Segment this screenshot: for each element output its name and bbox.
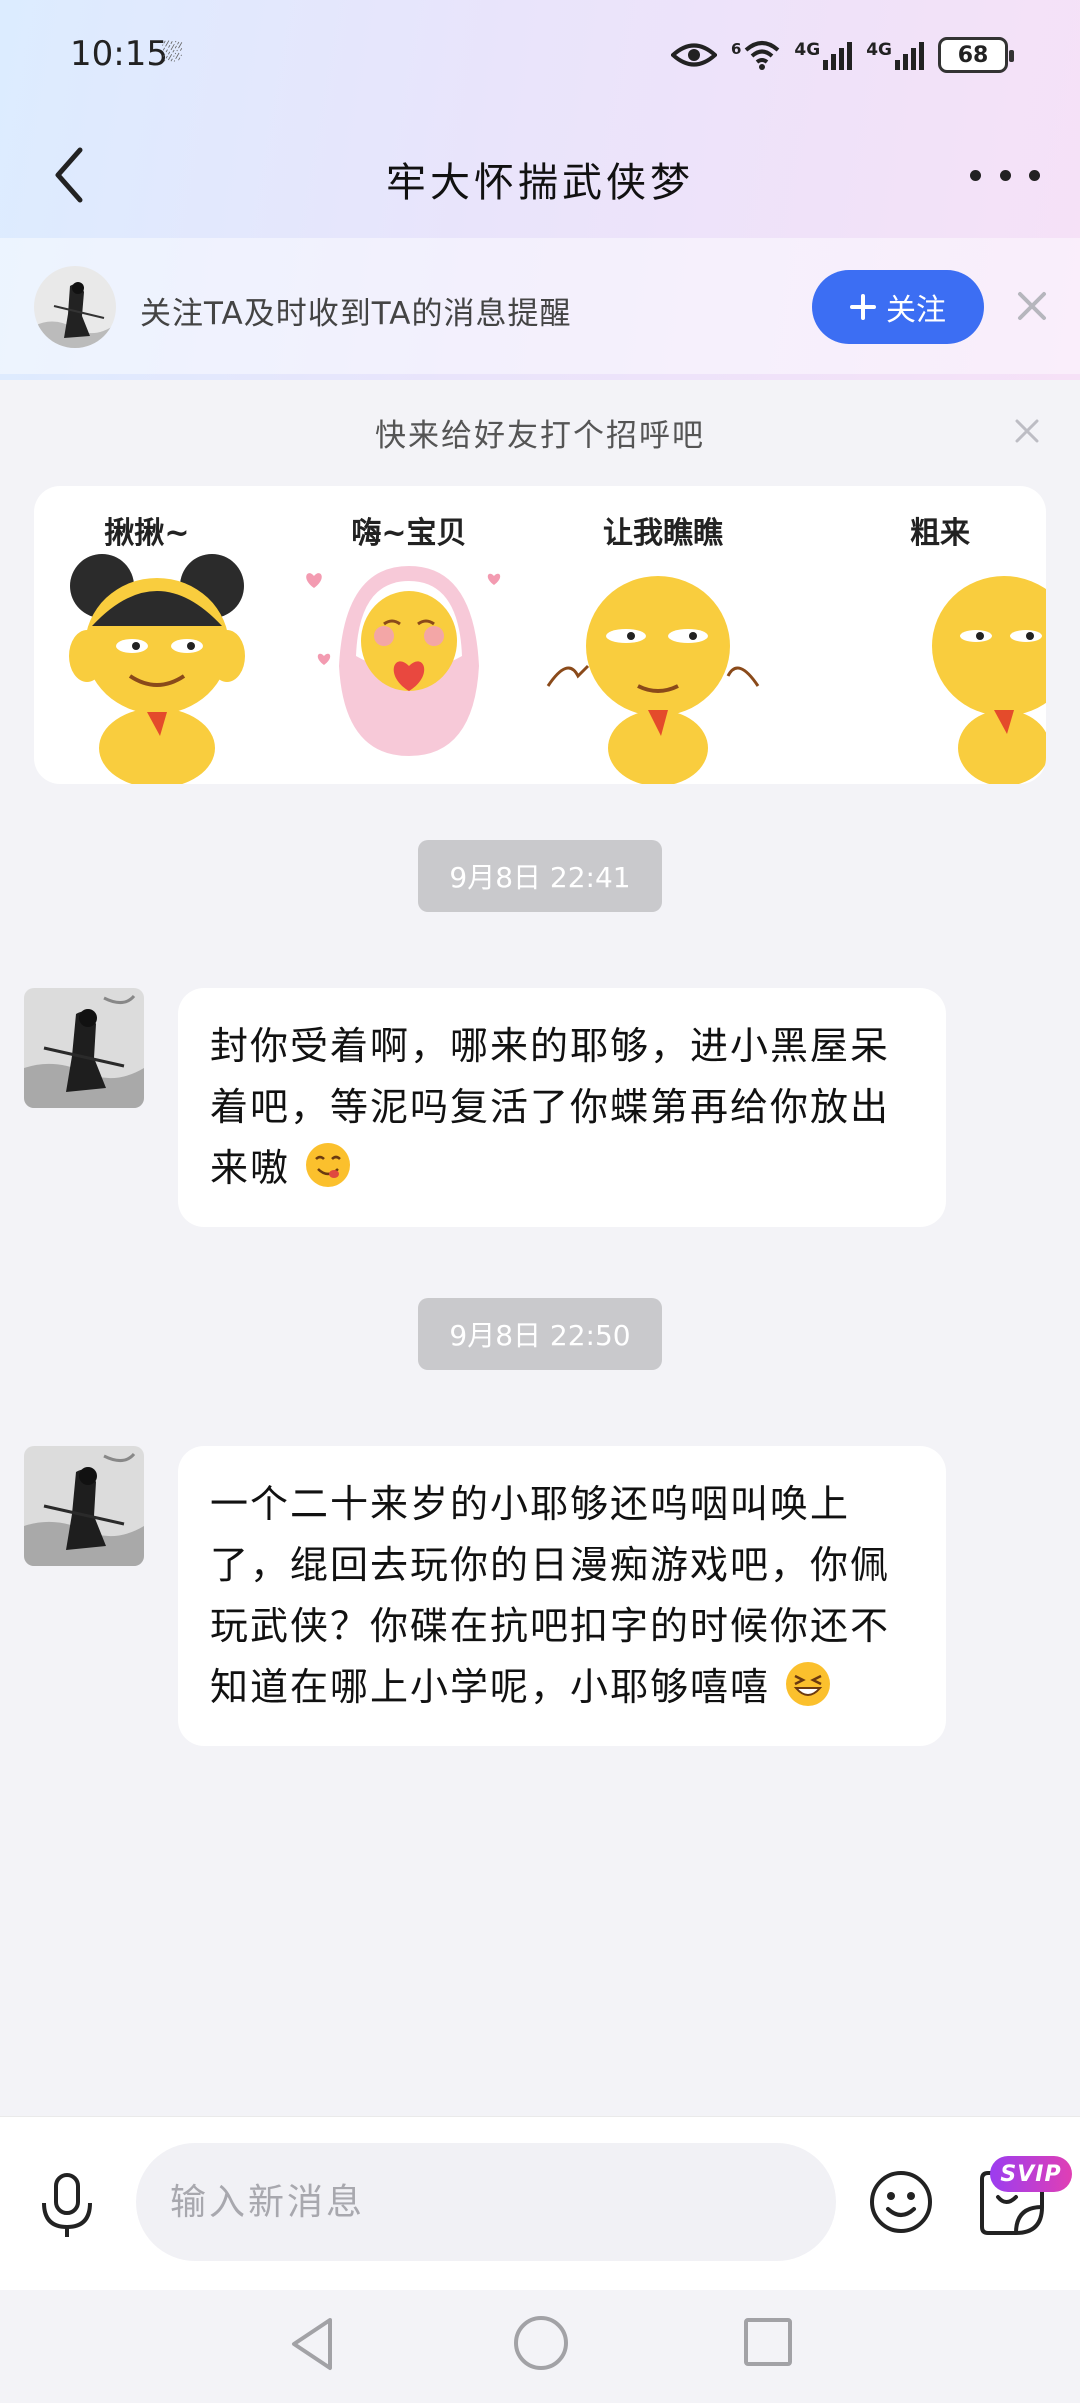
yum-face-emoji-icon bbox=[306, 1143, 351, 1187]
chat-header: 牢大怀揣武侠梦 bbox=[0, 120, 1080, 230]
message-bubble: 一个二十来岁的小耶够还呜咽叫唤上了，绲回去玩你的日漫痴游戏吧，你佩玩武侠？你碟在… bbox=[178, 1446, 946, 1746]
avatar[interactable] bbox=[24, 1446, 144, 1566]
status-bar: 10:15 ⛆ 6 4G 4G 68 bbox=[0, 0, 1080, 110]
grinning-squint-emoji-icon bbox=[786, 1662, 831, 1706]
message-timestamp: 9月8日 22:50 bbox=[418, 1298, 662, 1370]
greeting-sticker-card: 揪揪~ 嗨~宝贝 让我瞧瞧 粗来 bbox=[34, 486, 1046, 784]
sticker-label: 让我瞧瞧 bbox=[603, 516, 723, 551]
ink-swordsman-image bbox=[24, 1446, 144, 1566]
message-bubble: 封你受着啊，哪来的耶够，进小黑屋呆着吧，等泥吗复活了你蝶第再给你放出来嗷 bbox=[178, 988, 946, 1227]
close-icon bbox=[1018, 292, 1046, 320]
more-options-button[interactable] bbox=[970, 150, 1040, 200]
sticker-label: 粗来 bbox=[910, 516, 970, 551]
close-greeting-button[interactable] bbox=[1010, 414, 1044, 448]
greeting-title: 快来给好友打个招呼吧 bbox=[375, 418, 705, 454]
svip-badge: SVIP bbox=[990, 2156, 1072, 2192]
message-input-bar bbox=[0, 2116, 1080, 2290]
sticker-label: 揪揪~ bbox=[104, 516, 190, 551]
wifi-badge: 6 bbox=[730, 40, 742, 58]
status-extra-icon: ⛆ bbox=[162, 38, 183, 68]
network-type-1: 4G bbox=[794, 40, 821, 60]
nav-home-button[interactable] bbox=[514, 2316, 568, 2370]
more-dots-icon bbox=[970, 169, 981, 181]
follow-prompt-text: 关注TA及时收到TA的消息提醒 bbox=[140, 296, 572, 332]
sticker-label: 嗨~宝贝 bbox=[351, 516, 467, 551]
triangle-back-icon bbox=[292, 2318, 332, 2370]
emoji-button[interactable] bbox=[868, 2169, 934, 2235]
network-type-2: 4G bbox=[866, 40, 892, 60]
wifi-icon bbox=[745, 41, 780, 70]
message-input[interactable] bbox=[136, 2143, 836, 2261]
sticker-item[interactable]: 嗨~宝贝 bbox=[284, 486, 534, 784]
sticker-item[interactable]: 粗来 bbox=[904, 486, 1046, 784]
microphone-icon bbox=[42, 2173, 92, 2237]
sticker-item[interactable]: 让我瞧瞧 bbox=[528, 486, 778, 784]
follow-button[interactable]: 关注 bbox=[812, 270, 984, 344]
close-icon bbox=[1015, 419, 1039, 443]
message-timestamp: 9月8日 22:41 bbox=[418, 840, 662, 912]
battery-indicator: 68 bbox=[938, 37, 1014, 73]
ink-swordsman-image bbox=[24, 988, 144, 1108]
sticker-item[interactable]: 揪揪~ bbox=[52, 486, 302, 784]
close-follow-banner-button[interactable] bbox=[1012, 286, 1052, 326]
page-title: 牢大怀揣武侠梦 bbox=[386, 160, 694, 206]
avatar[interactable] bbox=[24, 988, 144, 1108]
system-navigation-bar bbox=[0, 2290, 1080, 2403]
follow-button-label: 关注 bbox=[886, 293, 946, 328]
cell-signal-1: 4G bbox=[794, 40, 853, 70]
avatar[interactable] bbox=[34, 266, 116, 348]
plus-icon bbox=[850, 294, 876, 320]
voice-input-button[interactable] bbox=[36, 2171, 98, 2241]
smiley-icon bbox=[870, 2171, 932, 2233]
wifi-indicator: 6 bbox=[731, 40, 780, 70]
status-time: 10:15 bbox=[70, 34, 168, 74]
status-icons: 6 4G 4G 68 bbox=[670, 30, 1014, 80]
cell-signal-2: 4G bbox=[866, 40, 924, 70]
follow-banner: 关注TA及时收到TA的消息提醒 关注 bbox=[0, 238, 1080, 374]
nav-recent-apps-button[interactable] bbox=[744, 2318, 792, 2366]
ink-swordsman-image bbox=[34, 266, 116, 348]
eye-icon bbox=[670, 43, 717, 67]
nav-back-button[interactable] bbox=[286, 2314, 338, 2374]
